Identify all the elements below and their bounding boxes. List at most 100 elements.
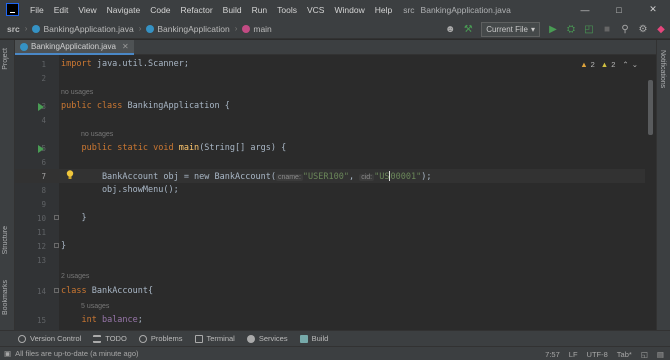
usages-hint[interactable]: 2 usages — [61, 273, 89, 280]
warning-icon: ▲ — [580, 60, 588, 69]
problems-tool-button[interactable]: Problems — [133, 334, 189, 343]
code-line: 2 — [15, 71, 645, 85]
import-path: java.util.Scanner; — [96, 59, 189, 69]
status-message[interactable]: All files are up-to-date (a minute ago) — [15, 349, 138, 358]
close-icon[interactable]: ✕ — [636, 0, 670, 19]
tab-banking-application[interactable]: BankingApplication.java ✕ — [15, 40, 134, 55]
run-class-icon[interactable] — [38, 103, 44, 111]
menu-vcs[interactable]: VCS — [302, 5, 329, 15]
code-usages-hint: 5 usages — [15, 299, 645, 313]
menu-refactor[interactable]: Refactor — [176, 5, 218, 15]
run-method-icon[interactable] — [38, 145, 44, 153]
run-configuration-select[interactable]: Current File ▾ — [481, 21, 540, 37]
menu-tools[interactable]: Tools — [272, 5, 302, 15]
breadcrumb-file[interactable]: BankingApplication.java — [29, 24, 136, 34]
right-tool-strip: Notifications — [656, 40, 670, 330]
tab-label: BankingApplication.java — [31, 42, 116, 51]
navigation-bar: src › BankingApplication.java › BankingA… — [0, 19, 670, 39]
build-hammer-icon[interactable]: ⚒ — [459, 20, 477, 38]
search-icon[interactable]: ⚲ — [616, 20, 634, 38]
project-tool-tab[interactable]: Project — [2, 48, 9, 70]
inspection-widget[interactable]: ▲ 2 ▲ 2 ⌃ ⌄ — [580, 60, 638, 69]
fold-icon[interactable] — [54, 215, 59, 220]
build-tool-button[interactable]: Build — [294, 334, 335, 343]
code-editor[interactable]: 1 import java.util.Scanner; 2 no usages … — [15, 55, 656, 330]
menu-navigate[interactable]: Navigate — [102, 5, 146, 15]
bookmarks-tool-tab[interactable]: Bookmarks — [2, 280, 9, 315]
services-tool-button[interactable]: Services — [241, 334, 294, 343]
user-icon[interactable]: ☻ — [441, 20, 459, 38]
chevron-down-icon: ▾ — [530, 24, 535, 34]
run-configuration-label: Current File — [486, 24, 528, 34]
stop-icon[interactable]: ■ — [598, 20, 616, 38]
left-tool-strip: Project Structure Bookmarks — [0, 40, 15, 330]
usages-hint[interactable]: no usages — [81, 131, 113, 138]
line-number: 14 — [36, 287, 46, 296]
chevron-up-icon[interactable]: ⌃ — [622, 60, 628, 69]
settings-gear-icon[interactable]: ⚙ — [634, 20, 652, 38]
menu-view[interactable]: View — [73, 5, 101, 15]
usages-hint[interactable]: no usages — [61, 89, 93, 96]
notifications-tool-tab[interactable]: Notifications — [659, 50, 666, 88]
param-hint-cid: cid: — [359, 174, 375, 181]
menu-help[interactable]: Help — [370, 5, 397, 15]
tool-label: Services — [258, 334, 288, 343]
debug-icon[interactable]: ⛭ — [562, 20, 580, 38]
problems-icon — [138, 334, 147, 343]
breadcrumb-src[interactable]: src — [4, 24, 23, 34]
todo-tool-button[interactable]: TODO — [87, 334, 133, 343]
line-number: 13 — [36, 256, 46, 265]
breadcrumb-src-label: src — [7, 23, 20, 34]
menu-bar: File Edit View Navigate Code Refactor Bu… — [0, 0, 670, 19]
line-number: 7 — [41, 172, 46, 181]
indent-setting[interactable]: Tab* — [617, 350, 632, 359]
line-number: 8 — [41, 186, 46, 195]
code-line: 9 — [15, 197, 645, 211]
fold-icon[interactable] — [54, 288, 59, 293]
ide-logo-icon[interactable]: ◆ — [652, 20, 670, 38]
code-line: 3 public class BankingApplication { — [15, 99, 645, 113]
code-usages-hint: no usages — [15, 127, 645, 141]
tool-label: Version Control — [30, 334, 82, 343]
terminal-tool-button[interactable]: Terminal — [189, 334, 241, 343]
coverage-icon[interactable]: ◰ — [580, 20, 598, 38]
memory-indicator-icon[interactable]: ▤ — [657, 350, 664, 359]
java-class-icon — [32, 24, 41, 33]
close-tab-icon[interactable]: ✕ — [122, 42, 129, 51]
lock-icon[interactable]: ◱ — [641, 350, 648, 359]
menu-edit[interactable]: Edit — [49, 5, 74, 15]
weak-warning-count: 2 — [611, 60, 616, 69]
menu-file[interactable]: File — [25, 5, 49, 15]
menu-code[interactable]: Code — [145, 5, 175, 15]
file-encoding[interactable]: UTF-8 — [587, 350, 608, 359]
menu-window[interactable]: Window — [329, 5, 369, 15]
code-usages-hint: 2 usages — [15, 269, 645, 283]
chevron-down-icon[interactable]: ⌄ — [632, 60, 638, 69]
services-icon — [246, 334, 255, 343]
line-separator[interactable]: LF — [569, 350, 578, 359]
menu-build[interactable]: Build — [218, 5, 247, 15]
fold-icon[interactable] — [54, 243, 59, 248]
code-text: ); — [421, 172, 432, 182]
breadcrumb-method[interactable]: main — [239, 24, 274, 34]
code-line: 15 int balance; — [15, 313, 645, 327]
code-line: 13 — [15, 253, 645, 267]
version-control-tool-button[interactable]: Version Control — [12, 334, 87, 343]
line-number: 15 — [36, 316, 46, 325]
breadcrumb-class[interactable]: BankingApplication — [143, 24, 232, 34]
menu-run[interactable]: Run — [247, 5, 273, 15]
version-control-icon — [18, 334, 26, 343]
usages-hint[interactable]: 5 usages — [81, 303, 109, 310]
java-class-icon — [20, 42, 28, 51]
breadcrumb-separator-icon: › — [24, 24, 28, 33]
code-line: 6 — [15, 155, 645, 169]
caret-position[interactable]: 7:57 — [545, 350, 560, 359]
status-panel-icon[interactable]: ▣ — [4, 349, 11, 358]
structure-tool-tab[interactable]: Structure — [2, 226, 9, 254]
minimize-icon[interactable]: — — [568, 0, 602, 19]
maximize-icon[interactable]: □ — [602, 0, 636, 19]
editor-tab-bar: BankingApplication.java ✕ — [15, 40, 656, 55]
run-icon[interactable]: ▶ — [544, 20, 562, 38]
line-number: 10 — [36, 214, 46, 223]
editor-scrollbar[interactable] — [648, 80, 653, 135]
